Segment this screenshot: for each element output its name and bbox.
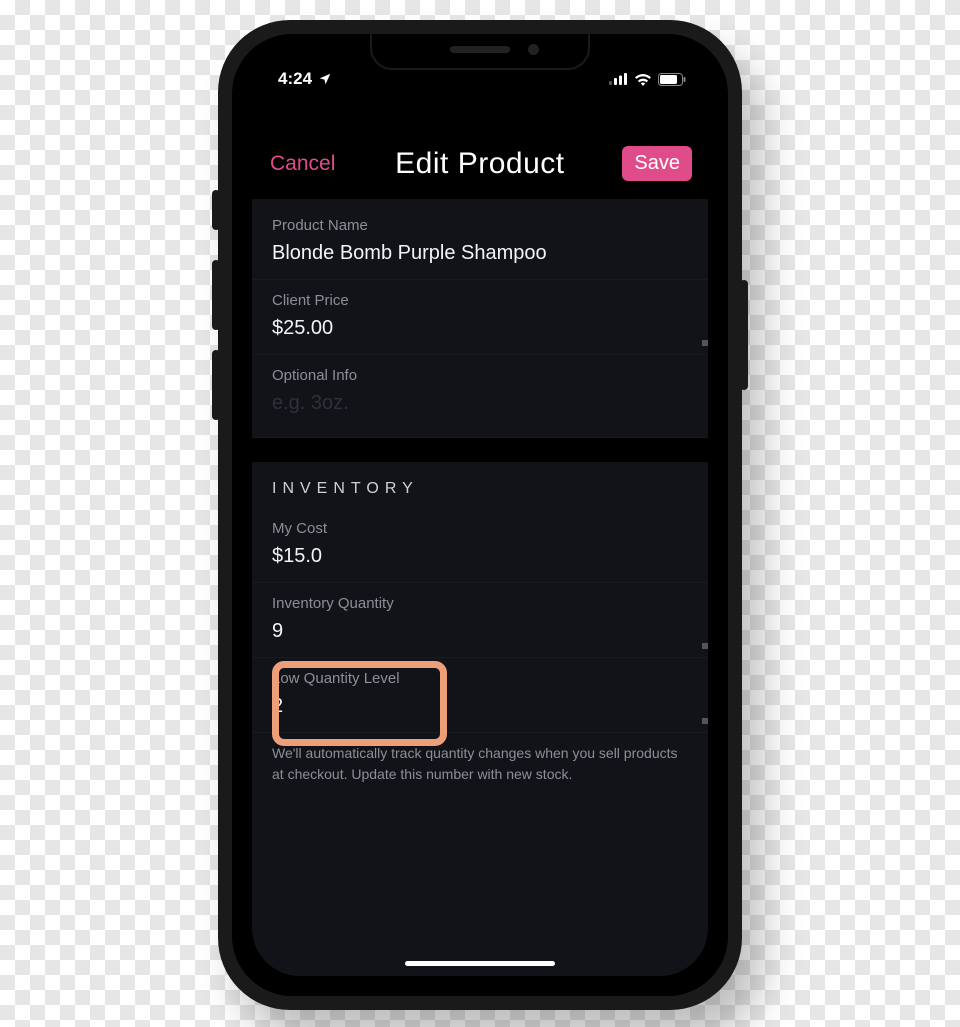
optional-info-label: Optional Info	[272, 367, 688, 384]
client-price-input[interactable]	[272, 317, 688, 340]
inventory-quantity-input[interactable]	[272, 620, 688, 643]
product-name-field[interactable]: Product Name	[252, 205, 708, 280]
my-cost-label: My Cost	[272, 520, 688, 537]
product-name-label: Product Name	[272, 217, 688, 234]
speaker-grille	[450, 46, 510, 53]
my-cost-field[interactable]: My Cost	[252, 508, 708, 583]
cellular-signal-icon	[609, 73, 628, 85]
field-edge-marker	[702, 718, 708, 724]
section-divider	[252, 438, 708, 462]
volume-up-button	[212, 260, 220, 330]
my-cost-input[interactable]	[272, 545, 688, 568]
front-camera	[528, 44, 539, 55]
power-button	[740, 280, 748, 390]
field-edge-marker	[702, 340, 708, 346]
page-title: Edit Product	[349, 147, 610, 181]
mute-switch	[212, 190, 220, 230]
low-quantity-label: Low Quantity Level	[272, 670, 688, 687]
client-price-label: Client Price	[272, 292, 688, 309]
battery-icon	[658, 73, 686, 86]
volume-down-button	[212, 350, 220, 420]
inventory-note: We'll automatically track quantity chang…	[252, 733, 708, 809]
low-quantity-input[interactable]	[272, 695, 688, 718]
cancel-button[interactable]: Cancel	[268, 148, 337, 180]
wifi-icon	[634, 73, 652, 86]
low-quantity-field[interactable]: Low Quantity Level	[252, 658, 708, 733]
screen: 4:24	[252, 54, 708, 976]
status-time: 4:24	[278, 69, 312, 89]
notch	[370, 34, 590, 70]
inventory-quantity-label: Inventory Quantity	[272, 595, 688, 612]
field-edge-marker	[702, 643, 708, 649]
nav-bar: Cancel Edit Product Save	[252, 100, 708, 199]
home-indicator[interactable]	[405, 961, 555, 966]
inventory-quantity-field[interactable]: Inventory Quantity	[252, 583, 708, 658]
form: Product Name Client Price Optional Info …	[252, 199, 708, 976]
location-arrow-icon	[318, 72, 332, 86]
save-button[interactable]: Save	[622, 146, 692, 181]
optional-info-input[interactable]	[272, 392, 688, 415]
phone-device-frame: 4:24	[218, 20, 742, 1010]
inventory-section-header: INVENTORY	[252, 462, 708, 508]
client-price-field[interactable]: Client Price	[252, 280, 708, 355]
optional-info-field[interactable]: Optional Info	[252, 355, 708, 438]
product-name-input[interactable]	[272, 242, 688, 265]
